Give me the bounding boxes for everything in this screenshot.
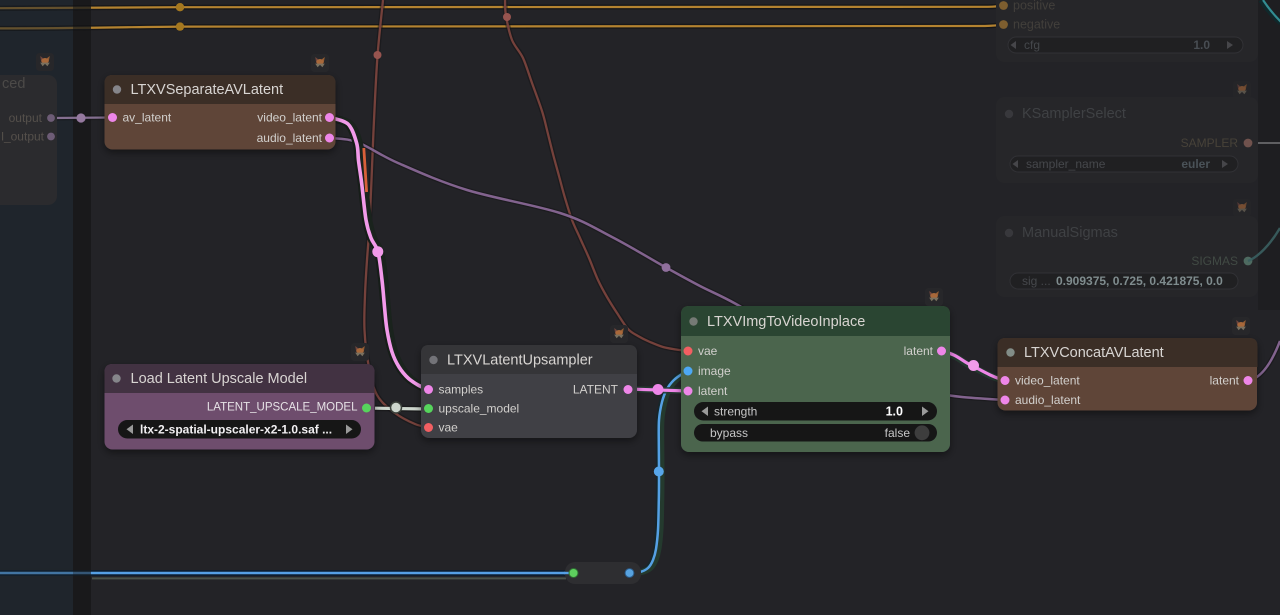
svg-text:latent: latent [1210,374,1240,388]
svg-text:euler: euler [1181,157,1210,171]
svg-text:sampler_name: sampler_name [1026,157,1106,171]
svg-text:video_latent: video_latent [1015,374,1080,388]
svg-text:positive: positive [1013,0,1055,13]
svg-text:LATENT: LATENT [573,383,619,397]
svg-text:bypass: bypass [710,426,748,440]
svg-text:vae: vae [439,421,459,435]
svg-text:1.0: 1.0 [886,405,903,419]
svg-text:SIGMAS: SIGMAS [1191,254,1238,268]
svg-text:Load Latent Upscale Model: Load Latent Upscale Model [131,371,308,387]
svg-text:strength: strength [714,405,757,419]
svg-text:KSamplerSelect: KSamplerSelect [1022,106,1126,122]
svg-text:LTXVLatentUpsampler: LTXVLatentUpsampler [447,353,593,369]
svg-text:LTXVConcatAVLatent: LTXVConcatAVLatent [1024,345,1164,361]
svg-text:samples: samples [439,383,484,397]
svg-text:cfg: cfg [1024,38,1040,52]
svg-text:ced: ced [2,76,25,92]
svg-text:LTXVSeparateAVLatent: LTXVSeparateAVLatent [131,82,284,98]
svg-text:l_output: l_output [1,130,44,144]
svg-text:latent: latent [904,344,934,358]
svg-text:image: image [698,364,731,378]
svg-text:false: false [885,426,911,440]
svg-text:latent: latent [698,384,728,398]
svg-text:1.0: 1.0 [1193,38,1210,52]
svg-text:audio_latent: audio_latent [257,131,323,145]
svg-text:ManualSigmas: ManualSigmas [1022,225,1118,241]
svg-text:vae: vae [698,344,718,358]
svg-text:LATENT_UPSCALE_MODEL: LATENT_UPSCALE_MODEL [207,402,358,414]
svg-text:audio_latent: audio_latent [1015,393,1081,407]
svg-text:0.909375, 0.725, 0.421875, 0.0: 0.909375, 0.725, 0.421875, 0.0 [1056,274,1223,288]
svg-text:video_latent: video_latent [257,111,322,125]
svg-text:sig ...: sig ... [1022,274,1051,288]
svg-text:SAMPLER: SAMPLER [1181,136,1239,150]
svg-text:output: output [9,111,43,125]
svg-text:av_latent: av_latent [123,111,172,125]
svg-text:upscale_model: upscale_model [439,402,520,416]
svg-text:LTXVImgToVideoInplace: LTXVImgToVideoInplace [707,314,865,330]
svg-text:ltx-2-spatial-upscaler-x2-1.0.: ltx-2-spatial-upscaler-x2-1.0.saf ... [140,423,332,437]
svg-text:negative: negative [1013,18,1060,32]
